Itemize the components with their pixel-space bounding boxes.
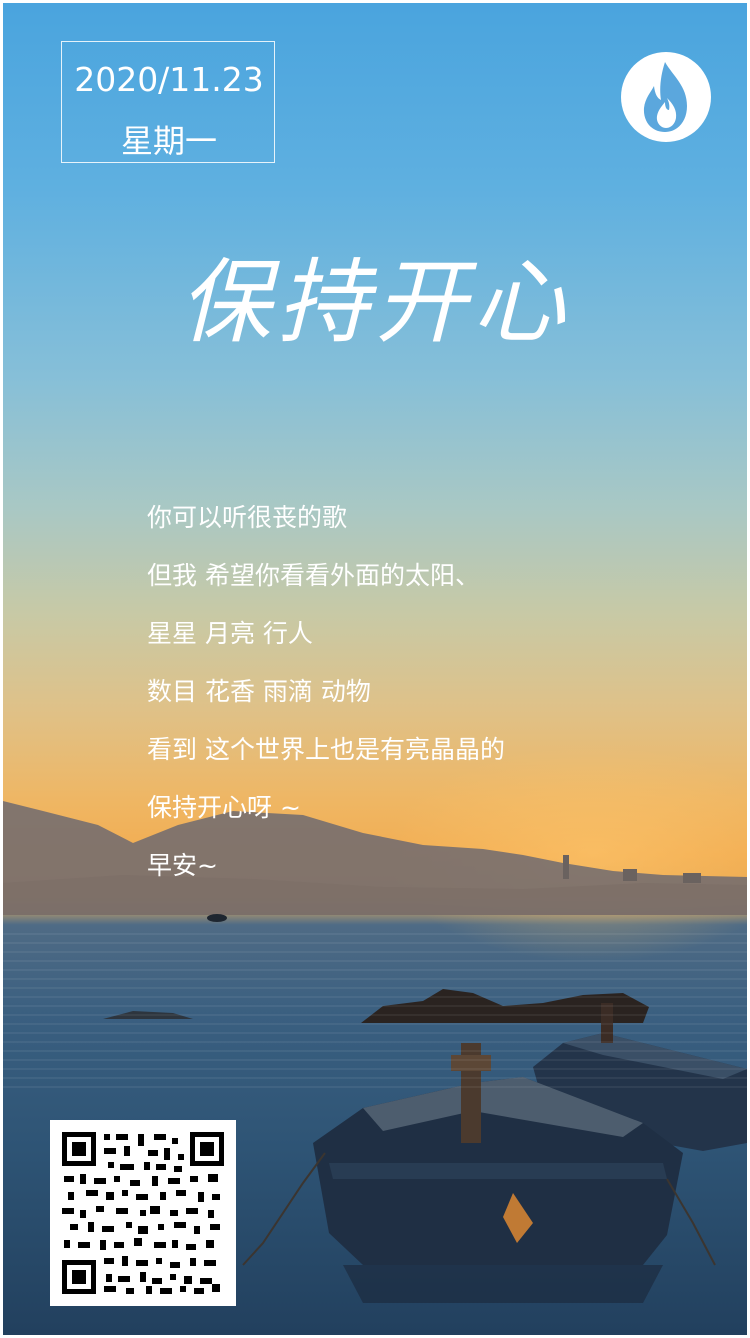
poster: 2020/11.23 星期一 保持开心 你可以听很丧的歌 但我 希望你看看外面的… — [3, 3, 747, 1335]
poem: 你可以听很丧的歌 但我 希望你看看外面的太阳、 星星 月亮 行人 数目 花香 雨… — [147, 498, 505, 904]
flame-icon — [643, 62, 687, 132]
poem-line: 但我 希望你看看外面的太阳、 — [147, 561, 480, 590]
weekday-label: 星期一 — [120, 122, 217, 160]
headline: 保持开心 — [178, 249, 571, 356]
date-box: 2020/11.23 星期一 — [61, 41, 275, 163]
poem-line: 早安~ — [147, 851, 218, 880]
poem-line: 你可以听很丧的歌 — [147, 503, 348, 532]
poem-line: 数目 花香 雨滴 动物 — [147, 677, 371, 706]
logo — [621, 52, 711, 142]
qr-code-icon — [60, 1130, 226, 1296]
poem-line: 星星 月亮 行人 — [147, 619, 313, 648]
qr-code-card[interactable] — [50, 1120, 236, 1306]
water-ripples — [3, 933, 747, 1093]
poem-line: 保持开心呀 ~ — [147, 793, 301, 822]
date-label: 2020/11.23 — [74, 60, 264, 99]
poem-line: 看到 这个世界上也是有亮晶晶的 — [147, 735, 505, 764]
